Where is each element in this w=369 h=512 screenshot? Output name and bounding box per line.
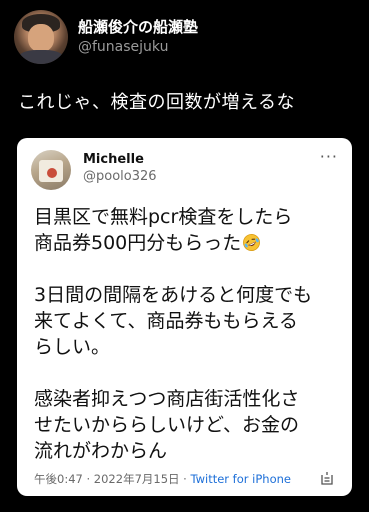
paragraph-2: 3日間の間隔をあけると何度でも 来てよくて、商品券ももらえる らしい。 — [34, 282, 339, 360]
body-line: 来てよくて、商品券ももらえる — [34, 310, 298, 332]
outer-display-name[interactable]: 船瀬俊介の船瀬塾 — [78, 17, 198, 37]
outer-author: 船瀬俊介の船瀬塾 @funasejuku — [78, 17, 198, 57]
separator: · — [179, 472, 191, 486]
body-line: 感染者抑えつつ商店街活性化さ — [34, 388, 300, 410]
body-line: 目黒区で無料pcr検査をしたら — [34, 206, 293, 228]
rolling-on-floor-laughing-emoji-icon — [243, 234, 261, 251]
body-line: 流れがわからん — [34, 440, 168, 462]
paragraph-3: 感染者抑えつつ商店街活性化さ せたいかららしいけど、お金の 流れがわからん — [34, 386, 339, 464]
paragraph-1: 目黒区で無料pcr検査をしたら 商品券500円分もらった — [34, 204, 339, 256]
body-line: せたいかららしいけど、お金の — [34, 414, 300, 436]
tweet-time[interactable]: 午後0:47 — [34, 472, 83, 486]
tweet-source-link[interactable]: Twitter for iPhone — [190, 472, 291, 486]
outer-tweet-header: 船瀬俊介の船瀬塾 @funasejuku — [14, 10, 198, 64]
avatar[interactable] — [14, 10, 68, 64]
body-line: らしい。 — [34, 336, 111, 358]
outer-tweet-text: これじゃ、検査の回数が増えるな — [18, 92, 295, 113]
quoted-avatar[interactable] — [31, 150, 71, 190]
body-line: 3日間の間隔をあけると何度でも — [34, 284, 313, 306]
outer-handle[interactable]: @funasejuku — [78, 37, 198, 57]
tweet-timestamp-line: 午後0:47 · 2022年7月15日 · Twitter for iPhone — [34, 472, 291, 486]
tweet-date[interactable]: 2022年7月15日 — [94, 472, 180, 486]
more-dots-icon[interactable]: ··· — [320, 149, 338, 165]
quoted-author: Michelle @poolo326 — [83, 151, 157, 185]
quoted-tweet-card[interactable]: Michelle @poolo326 ··· 目黒区で無料pcr検査をしたら 商… — [17, 138, 352, 496]
quoted-handle[interactable]: @poolo326 — [83, 168, 157, 185]
separator: · — [82, 472, 94, 486]
quoted-tweet-body: 目黒区で無料pcr検査をしたら 商品券500円分もらった 3日間の間隔をあけると… — [34, 204, 339, 464]
body-line: 商品券500円分もらった — [34, 232, 242, 254]
share-icon[interactable] — [320, 471, 334, 486]
quoted-display-name[interactable]: Michelle — [83, 151, 157, 168]
